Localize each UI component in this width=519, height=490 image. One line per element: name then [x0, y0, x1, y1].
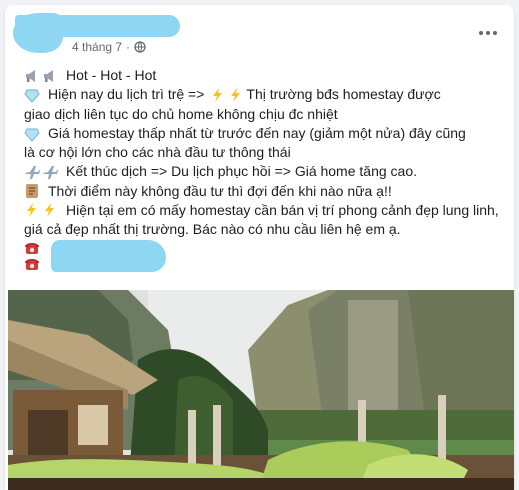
- meta-separator: ·: [126, 40, 131, 54]
- lightning-icon: [27, 203, 36, 218]
- post-line-4: Giá homestay thấp nhất từ trước đến nay …: [24, 124, 509, 143]
- post-line-7: Thời điểm này không đầu tư thì đợi đến k…: [24, 182, 509, 201]
- scroll-icon: [26, 184, 38, 199]
- more-dot: [493, 31, 497, 35]
- telephone-icon: [25, 242, 39, 254]
- redacted-author-name: [15, 15, 180, 37]
- post-card: 4 tháng 7 · Hot - Hot - Hot Hiện nay du …: [5, 5, 514, 490]
- lightning-icon: [45, 203, 54, 218]
- post-line-text: Thời điểm này không đầu tư thì đợi đến k…: [48, 182, 392, 199]
- telephone-icon: [25, 258, 39, 270]
- diamond-icon: [24, 128, 40, 142]
- diamond-icon: [24, 89, 40, 103]
- post-line-3: giao dịch liên tục do chủ home không chị…: [24, 105, 509, 124]
- post-line-2: Hiện nay du lịch trì trệ => Thị trường b…: [24, 85, 509, 104]
- lightning-icon: [213, 87, 223, 102]
- post-line-text: Giá homestay thấp nhất từ trước đến nay …: [48, 124, 466, 141]
- post-line-text: Kết thúc dịch => Du lịch phục hồi => Giá…: [66, 163, 417, 180]
- redacted-phone-number: [51, 240, 166, 272]
- post-line-text: Hiện nay du lịch trì trệ =>: [48, 86, 205, 103]
- landscape-image: [8, 290, 514, 490]
- post-line-text: Thị trường bđs homestay được: [246, 86, 441, 103]
- post-header: 4 tháng 7 ·: [5, 5, 514, 61]
- lightning-icon: [231, 87, 241, 102]
- post-photo[interactable]: [8, 290, 514, 490]
- more-dot: [486, 31, 490, 35]
- post-line-5: là cơ hội lớn cho các nhà đầu tư thông t…: [24, 143, 509, 162]
- megaphone-icon: [44, 69, 53, 82]
- more-dot: [479, 31, 483, 35]
- post-line-8: Hiện tại em có mấy homestay cần bán vị t…: [24, 201, 509, 240]
- post-date-link[interactable]: 4 tháng 7: [72, 40, 122, 54]
- airplane-icon: [43, 166, 58, 180]
- post-meta: 4 tháng 7 ·: [72, 38, 146, 56]
- post-line-1: Hot - Hot - Hot: [24, 66, 509, 85]
- more-options-icon[interactable]: [472, 23, 504, 43]
- airplane-icon: [25, 166, 40, 180]
- post-line-text: là cơ hội lớn cho các nhà đầu tư thông t…: [24, 144, 291, 161]
- post-line-text: Hiện tại em có mấy homestay cần bán vị t…: [24, 202, 499, 238]
- globe-icon[interactable]: [134, 41, 146, 53]
- post-line-text: Hot - Hot - Hot: [66, 67, 157, 83]
- post-line-text: giao dịch liên tục do chủ home không chị…: [24, 105, 338, 122]
- post-line-6: Kết thúc dịch => Du lịch phục hồi => Giá…: [24, 162, 509, 181]
- megaphone-icon: [26, 69, 35, 82]
